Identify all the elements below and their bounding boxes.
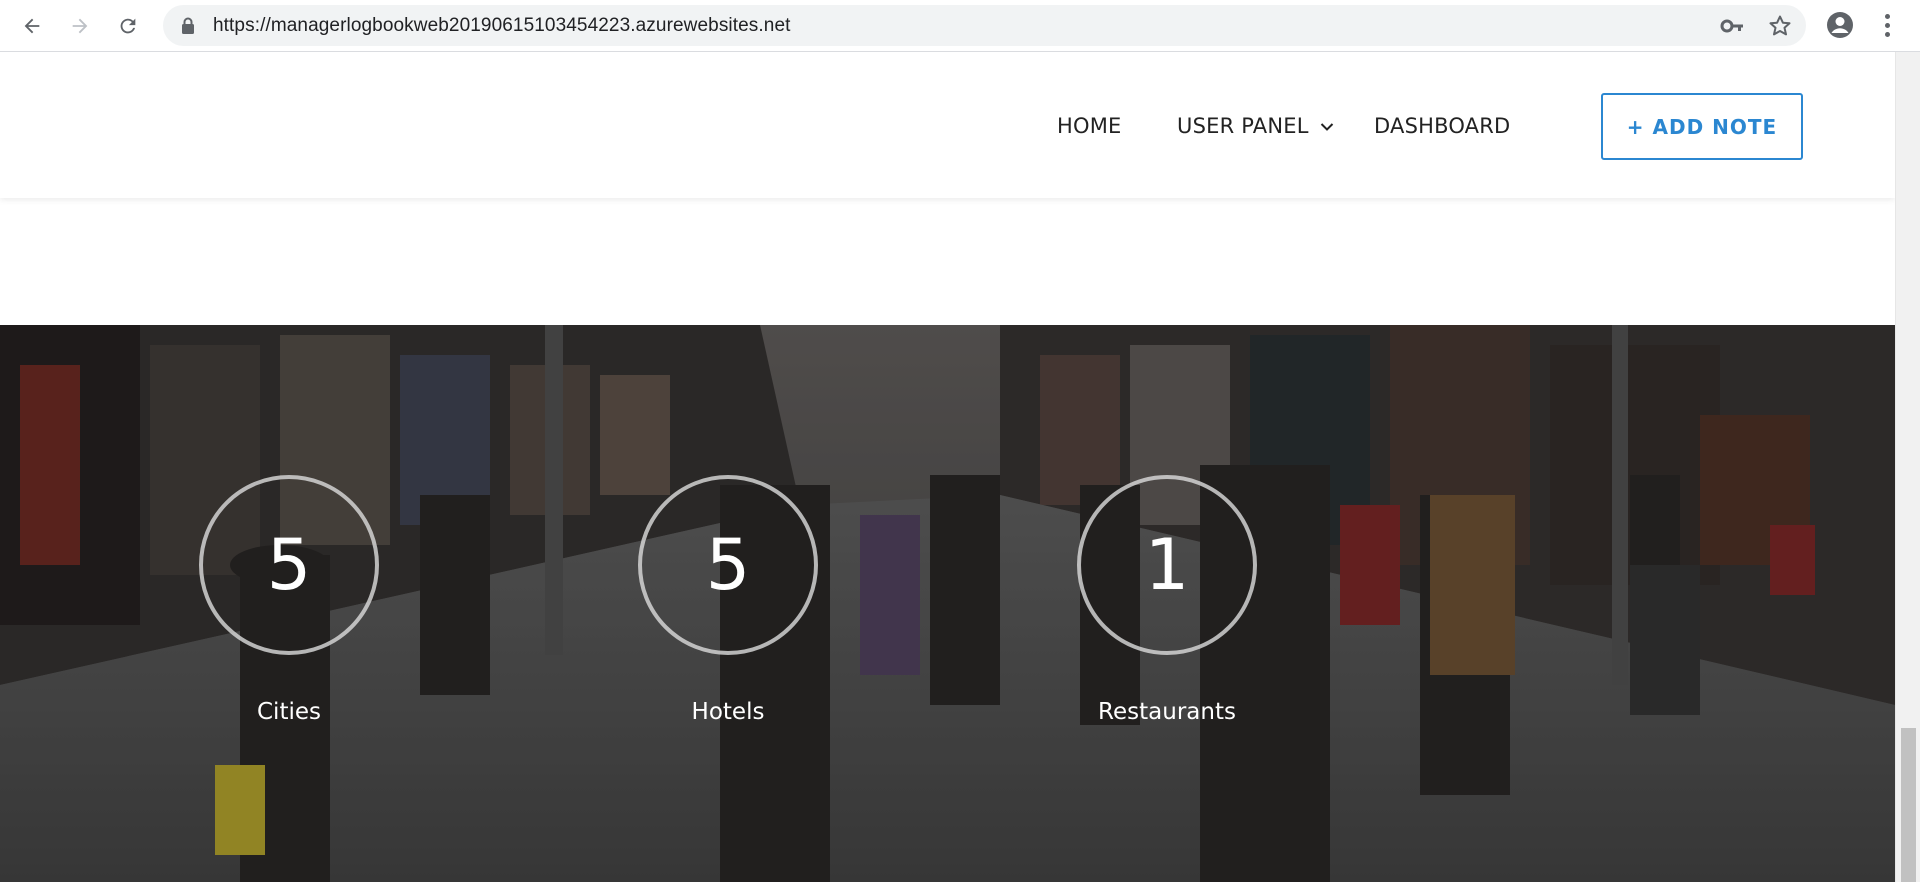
forward-icon — [72, 18, 88, 34]
stat-value: 5 — [705, 524, 751, 606]
stat-label: Cities — [257, 699, 321, 725]
reload-button[interactable] — [110, 8, 146, 44]
stat-ring: 5 — [638, 475, 818, 655]
site-header: HOME USER PANEL DASHBOARD + ADD NOTE — [0, 52, 1895, 198]
stat-ring: 5 — [199, 475, 379, 655]
vertical-scrollbar[interactable] — [1895, 52, 1920, 882]
stat-label: Restaurants — [1098, 699, 1236, 725]
scrollbar-thumb[interactable] — [1901, 728, 1916, 882]
profile-icon[interactable] — [1824, 9, 1856, 41]
key-icon[interactable] — [1720, 15, 1744, 37]
stat-label: Hotels — [691, 699, 765, 725]
star-icon[interactable] — [1768, 14, 1792, 38]
chevron-down-icon — [1320, 123, 1333, 131]
nav-user-panel-dropdown[interactable]: USER PANEL — [1177, 114, 1334, 138]
stat-ring: 1 — [1077, 475, 1257, 655]
stat-restaurants: 1 Restaurants — [1077, 475, 1257, 725]
browser-toolbar: https://managerlogbookweb201906151034542… — [0, 0, 1920, 52]
forward-button[interactable] — [62, 8, 98, 44]
stat-cities: 5 Cities — [199, 475, 379, 725]
stat-value: 5 — [266, 524, 312, 606]
add-note-button[interactable]: + ADD NOTE — [1601, 93, 1803, 160]
url-text: https://managerlogbookweb201906151034542… — [213, 15, 791, 36]
nav-dashboard-link[interactable]: DASHBOARD — [1374, 114, 1510, 138]
nav-home-link[interactable]: HOME — [1057, 114, 1122, 138]
nav-user-panel-label: USER PANEL — [1177, 114, 1309, 138]
lock-icon — [182, 17, 194, 34]
reload-icon — [120, 18, 136, 34]
address-bar[interactable]: https://managerlogbookweb201906151034542… — [163, 5, 1806, 46]
stat-value: 1 — [1144, 524, 1190, 606]
menu-icon[interactable] — [1875, 9, 1899, 41]
page-viewport: HOME USER PANEL DASHBOARD + ADD NOTE 5 C… — [0, 52, 1895, 882]
stats-hero-section: 5 Cities 5 Hotels 1 Restaurants — [0, 325, 1895, 882]
back-icon — [24, 18, 40, 34]
back-button[interactable] — [14, 8, 50, 44]
stat-hotels: 5 Hotels — [638, 475, 818, 725]
